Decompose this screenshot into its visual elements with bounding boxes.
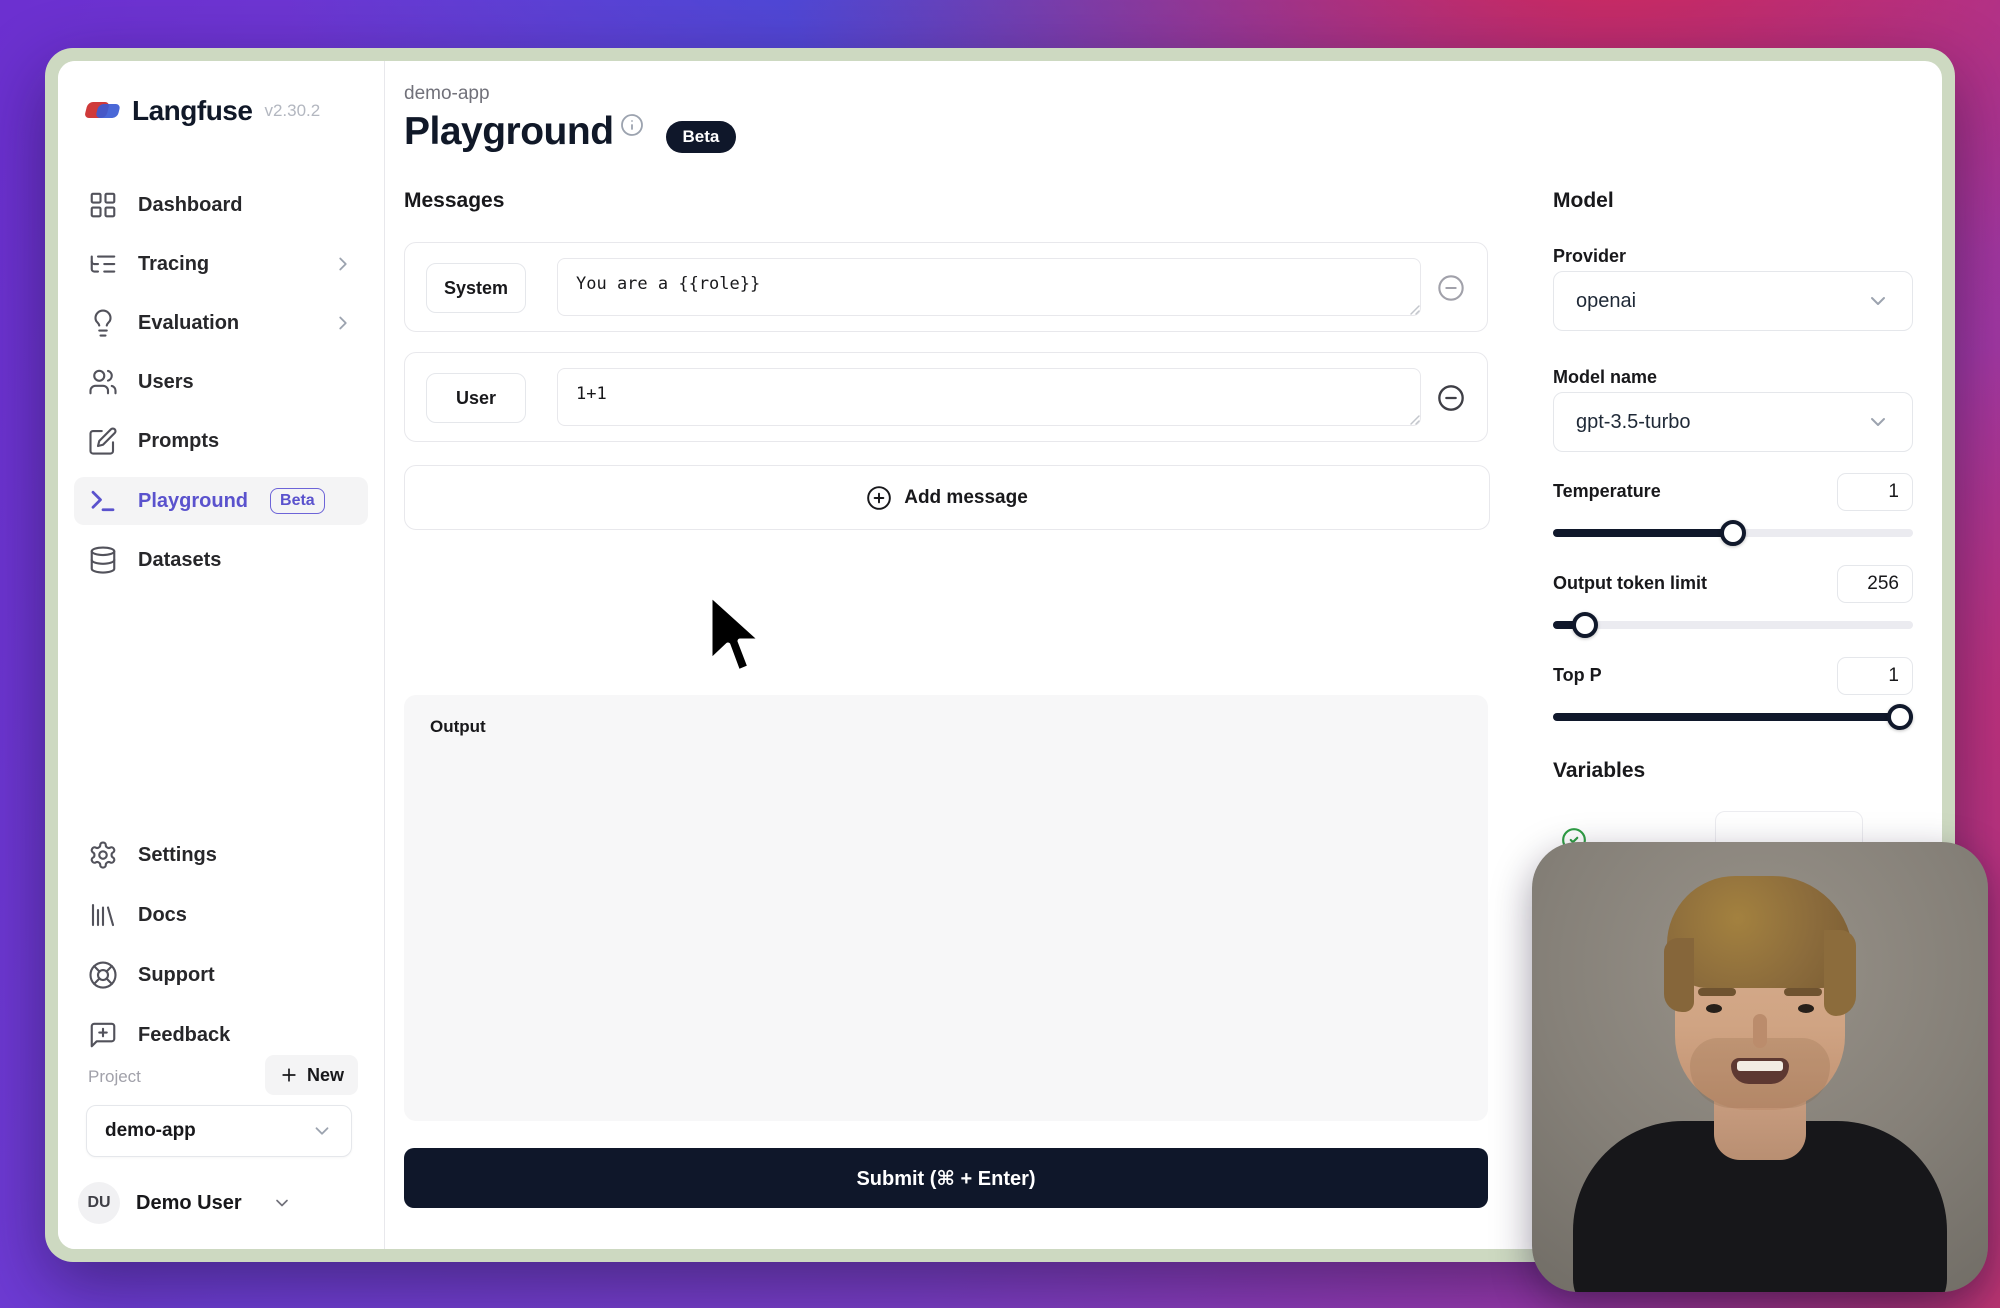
sidebar-item-label: Users [138,371,194,394]
slider-thumb[interactable] [1887,704,1913,730]
sidebar-item-dashboard[interactable]: Dashboard [74,181,368,229]
avatar: DU [78,1182,120,1224]
datasets-icon [88,545,118,575]
page-title: Playground [404,111,614,154]
message-content-input[interactable]: You are a {{role}} [557,258,1421,316]
add-message-button[interactable]: Add message [404,465,1490,530]
top-p-slider[interactable] [1553,704,1913,730]
chevron-down-icon [1866,410,1890,434]
users-icon [88,367,118,397]
minus-circle-icon [1437,274,1465,302]
sidebar-item-feedback[interactable]: Feedback [74,1011,368,1059]
app-version: v2.30.2 [264,101,320,121]
temperature-label: Temperature [1553,481,1661,502]
user-name: Demo User [136,1192,242,1215]
gear-icon [88,840,118,870]
remove-message-button[interactable] [1437,274,1465,302]
new-project-label: New [307,1065,344,1086]
message-content-input[interactable]: 1+1 [557,368,1421,426]
provider-select[interactable]: openai [1553,271,1913,331]
add-message-label: Add message [904,487,1028,509]
sidebar-item-users[interactable]: Users [74,358,368,406]
tracing-icon [88,249,118,279]
sidebar: Langfuse v2.30.2 Dashboard Tracing Evalu… [58,61,385,1249]
chevron-right-icon [332,312,354,334]
model-heading: Model [1553,189,1614,213]
project-select[interactable]: demo-app [86,1105,352,1157]
lifebuoy-icon [88,960,118,990]
sidebar-item-label: Evaluation [138,312,239,335]
output-token-limit-slider[interactable] [1553,612,1913,638]
sidebar-item-tracing[interactable]: Tracing [74,240,368,288]
sidebar-item-label: Playground [138,490,248,513]
plus-circle-icon [866,485,892,511]
screen: Langfuse v2.30.2 Dashboard Tracing Evalu… [0,0,2000,1308]
breadcrumb: demo-app [404,83,490,105]
info-icon[interactable] [620,113,644,137]
sidebar-item-label: Support [138,964,215,987]
provider-label: Provider [1553,246,1626,267]
submit-button[interactable]: Submit (⌘ + Enter) [404,1148,1488,1208]
sidebar-item-label: Feedback [138,1024,230,1047]
page-beta-badge: Beta [666,121,737,153]
sidebar-item-label: Docs [138,904,187,927]
prompts-icon [88,426,118,456]
sidebar-item-label: Datasets [138,549,221,572]
app-name: Langfuse [132,95,252,127]
top-p-label: Top P [1553,665,1602,686]
variables-heading: Variables [1553,759,1645,783]
sidebar-item-label: Settings [138,844,217,867]
sidebar-item-label: Tracing [138,253,209,276]
slider-thumb[interactable] [1720,520,1746,546]
model-name-select[interactable]: gpt-3.5-turbo [1553,392,1913,452]
provider-value: openai [1576,290,1636,313]
sidebar-item-label: Dashboard [138,194,242,217]
chevron-down-icon [311,1120,333,1142]
project-label: Project [88,1067,141,1087]
model-name-label: Model name [1553,367,1657,388]
sidebar-item-prompts[interactable]: Prompts [74,417,368,465]
sidebar-item-datasets[interactable]: Datasets [74,536,368,584]
output-label: Output [430,717,486,737]
output-token-limit-label: Output token limit [1553,573,1707,594]
output-token-limit-value-input[interactable]: 256 [1837,565,1913,603]
library-icon [88,900,118,930]
chevron-right-icon [332,253,354,275]
feedback-icon [88,1020,118,1050]
app-logo: Langfuse v2.30.2 [86,95,320,127]
output-panel: Output [404,695,1488,1121]
sidebar-item-support[interactable]: Support [74,951,368,999]
user-menu[interactable]: DU Demo User [78,1179,364,1227]
slider-thumb[interactable] [1572,612,1598,638]
sidebar-item-settings[interactable]: Settings [74,831,368,879]
sidebar-item-playground[interactable]: Playground Beta [74,477,368,525]
message-row-user: User 1+1 [404,352,1488,442]
model-name-value: gpt-3.5-turbo [1576,411,1691,434]
new-project-button[interactable]: New [265,1055,358,1095]
sidebar-item-evaluation[interactable]: Evaluation [74,299,368,347]
temperature-slider[interactable] [1553,520,1913,546]
remove-message-button[interactable] [1437,384,1465,412]
playground-beta-badge: Beta [270,488,325,513]
chevron-down-icon [1866,289,1890,313]
role-button[interactable]: System [426,263,526,313]
project-selected-value: demo-app [105,1120,196,1142]
chevron-down-icon [272,1193,292,1213]
minus-circle-icon [1437,384,1465,412]
evaluation-icon [88,308,118,338]
terminal-icon [88,486,118,516]
plus-icon [279,1065,299,1085]
sidebar-item-label: Prompts [138,430,219,453]
sidebar-item-docs[interactable]: Docs [74,891,368,939]
webcam-overlay [1532,842,1988,1292]
messages-heading: Messages [404,189,504,213]
langfuse-logo-icon [86,98,120,124]
dashboard-icon [88,190,118,220]
message-row-system: System You are a {{role}} [404,242,1488,332]
submit-label: Submit (⌘ + Enter) [856,1166,1035,1191]
temperature-value-input[interactable]: 1 [1837,473,1913,511]
top-p-value-input[interactable]: 1 [1837,657,1913,695]
role-button[interactable]: User [426,373,526,423]
